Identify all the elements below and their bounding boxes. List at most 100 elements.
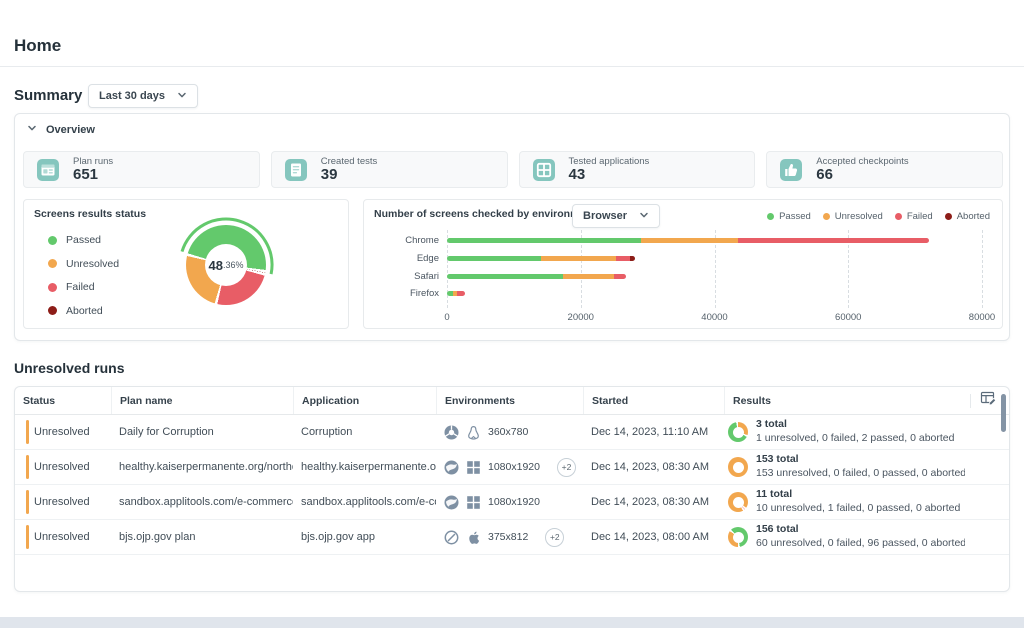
x-tick-label: 40000: [695, 312, 735, 323]
table-row[interactable]: Unresolvedbjs.ojp.gov planbjs.ojp.gov ap…: [15, 520, 1009, 555]
bar-category-label: Safari: [367, 271, 439, 282]
environments-bar-chart: 020000400006000080000ChromeEdgeSafariFir…: [447, 230, 982, 314]
chevron-down-icon: [27, 123, 37, 136]
bar-segment-failed: [614, 274, 626, 279]
footer-bar: [0, 617, 1024, 628]
environments-cell: 1080x1920 +2: [436, 458, 583, 477]
table-row[interactable]: Unresolved healthy.kaiserpermanente.org/n…: [15, 450, 1009, 485]
bar-edge: [447, 256, 635, 261]
x-tick-label: 20000: [561, 312, 601, 323]
bar-legend-aborted[interactable]: Aborted: [945, 211, 990, 222]
donut-center-label: 48 .36%: [174, 213, 278, 317]
overview-panel: Overview Plan runs651Created tests39Test…: [14, 113, 1010, 341]
bar-legend-passed[interactable]: Passed: [767, 211, 811, 222]
status-label: Unresolved: [34, 461, 90, 473]
bar-legend-unresolved[interactable]: Unresolved: [823, 211, 883, 222]
columns-edit-icon[interactable]: [980, 390, 997, 411]
donut-chart-title: Screens results status: [34, 208, 146, 220]
legend-label: Unresolved: [66, 258, 119, 270]
legend-dot: [48, 259, 57, 268]
results-text: 3 total1 unresolved, 0 failed, 2 passed,…: [756, 418, 954, 445]
windows-icon: [466, 460, 481, 475]
environments-cell: 1080x1920: [436, 495, 583, 510]
results-donut-icon: [728, 492, 748, 512]
extra-environments-badge[interactable]: +2: [557, 458, 576, 477]
application-cell: bjs.ojp.gov app: [293, 531, 436, 543]
viewport-label: 375x812: [488, 531, 528, 543]
legend-dot: [945, 213, 952, 220]
unresolved-runs-heading: Unresolved runs: [14, 360, 124, 376]
stat-card-tested-applications: Tested applications43: [519, 151, 756, 188]
bar-segment-unresolved: [563, 274, 614, 279]
date-range-selector[interactable]: Last 30 days: [88, 84, 198, 108]
page-title: Home: [14, 36, 61, 56]
legend-dot: [823, 213, 830, 220]
x-tick-label: 60000: [828, 312, 868, 323]
x-tick-label: 80000: [962, 312, 1002, 323]
legend-label: Failed: [907, 211, 933, 222]
donut-legend-aborted[interactable]: Aborted: [48, 305, 119, 317]
started-cell: Dec 14, 2023, 08:30 AM: [583, 496, 724, 508]
stat-value: 39: [321, 167, 378, 184]
chevron-down-icon: [639, 210, 649, 223]
donut-center-suffix: .36%: [223, 260, 244, 270]
overview-collapse-toggle[interactable]: Overview: [27, 123, 95, 136]
plan-name-cell: bjs.ojp.gov plan: [111, 531, 293, 543]
donut-legend-passed[interactable]: Passed: [48, 234, 119, 246]
chrome-icon: [444, 425, 459, 440]
results-total: 11 total: [756, 488, 960, 502]
bar-segment-passed: [447, 274, 563, 279]
x-tick-label: 0: [427, 312, 467, 323]
results-total: 153 total: [756, 453, 965, 467]
viewport-label: 1080x1920: [488, 496, 540, 508]
bar-category-label: Chrome: [367, 235, 439, 246]
bar-chart-title: Number of screens checked by environment…: [374, 208, 601, 220]
plan-name-cell: healthy.kaiserpermanente.org/norther…: [111, 461, 293, 473]
column-header-status: Status: [15, 387, 111, 414]
header-separator: [970, 394, 971, 408]
extra-environments-badge[interactable]: +2: [545, 528, 564, 547]
table-scrollbar[interactable]: [1001, 394, 1006, 432]
edge-icon: [444, 495, 459, 510]
bar-chrome: [447, 238, 929, 243]
table-row[interactable]: Unresolved sandbox.applitools.com/e-comme…: [15, 485, 1009, 520]
results-text: 156 total60 unresolved, 0 failed, 96 pas…: [756, 523, 965, 550]
legend-label: Aborted: [66, 305, 103, 317]
bar-segment-failed: [457, 291, 465, 296]
dashboard-page: Home Summary Last 30 days Overview Plan …: [0, 0, 1024, 628]
column-header-started: Started: [583, 387, 724, 414]
stat-value: 651: [73, 167, 113, 184]
results-donut-icon: [728, 527, 748, 547]
plan-name-cell: sandbox.applitools.com/e-commerce pl…: [111, 496, 293, 508]
status-accent-bar: [26, 420, 29, 444]
legend-label: Passed: [66, 234, 101, 246]
results-total: 156 total: [756, 523, 965, 537]
table-body: UnresolvedDaily for CorruptionCorruption…: [15, 415, 1009, 555]
viewport-label: 1080x1920: [488, 461, 540, 473]
bar-legend: Passed Unresolved Failed Aborted: [767, 211, 990, 222]
column-header-results: Results: [724, 387, 965, 414]
status-label: Unresolved: [34, 496, 90, 508]
column-header-environments: Environments: [436, 387, 583, 414]
bar-legend-failed[interactable]: Failed: [895, 211, 933, 222]
plan-runs-icon: [36, 158, 60, 182]
results-donut-icon: [728, 422, 748, 442]
bar-segment-aborted: [630, 256, 635, 261]
donut-legend-failed[interactable]: Failed: [48, 281, 119, 293]
environment-type-value: Browser: [583, 210, 627, 222]
stat-card-plan-runs: Plan runs651: [23, 151, 260, 188]
environment-type-selector[interactable]: Browser: [572, 204, 660, 228]
started-cell: Dec 14, 2023, 08:30 AM: [583, 461, 724, 473]
stat-card-accepted-checkpoints: Accepted checkpoints66: [766, 151, 1003, 188]
screens-results-status-card: Screens results status Passed Unresolved F…: [23, 199, 349, 329]
legend-dot: [48, 306, 57, 315]
donut-legend-unresolved[interactable]: Unresolved: [48, 258, 119, 270]
gridline: [982, 230, 983, 308]
status-accent-bar: [26, 525, 29, 549]
table-header-row: StatusPlan nameApplicationEnvironmentsSt…: [15, 387, 1009, 415]
environments-cell: 360x780: [436, 425, 583, 440]
table-row[interactable]: UnresolvedDaily for CorruptionCorruption…: [15, 415, 1009, 450]
overview-label: Overview: [46, 124, 95, 136]
legend-label: Passed: [779, 211, 811, 222]
chevron-down-icon: [177, 90, 187, 103]
